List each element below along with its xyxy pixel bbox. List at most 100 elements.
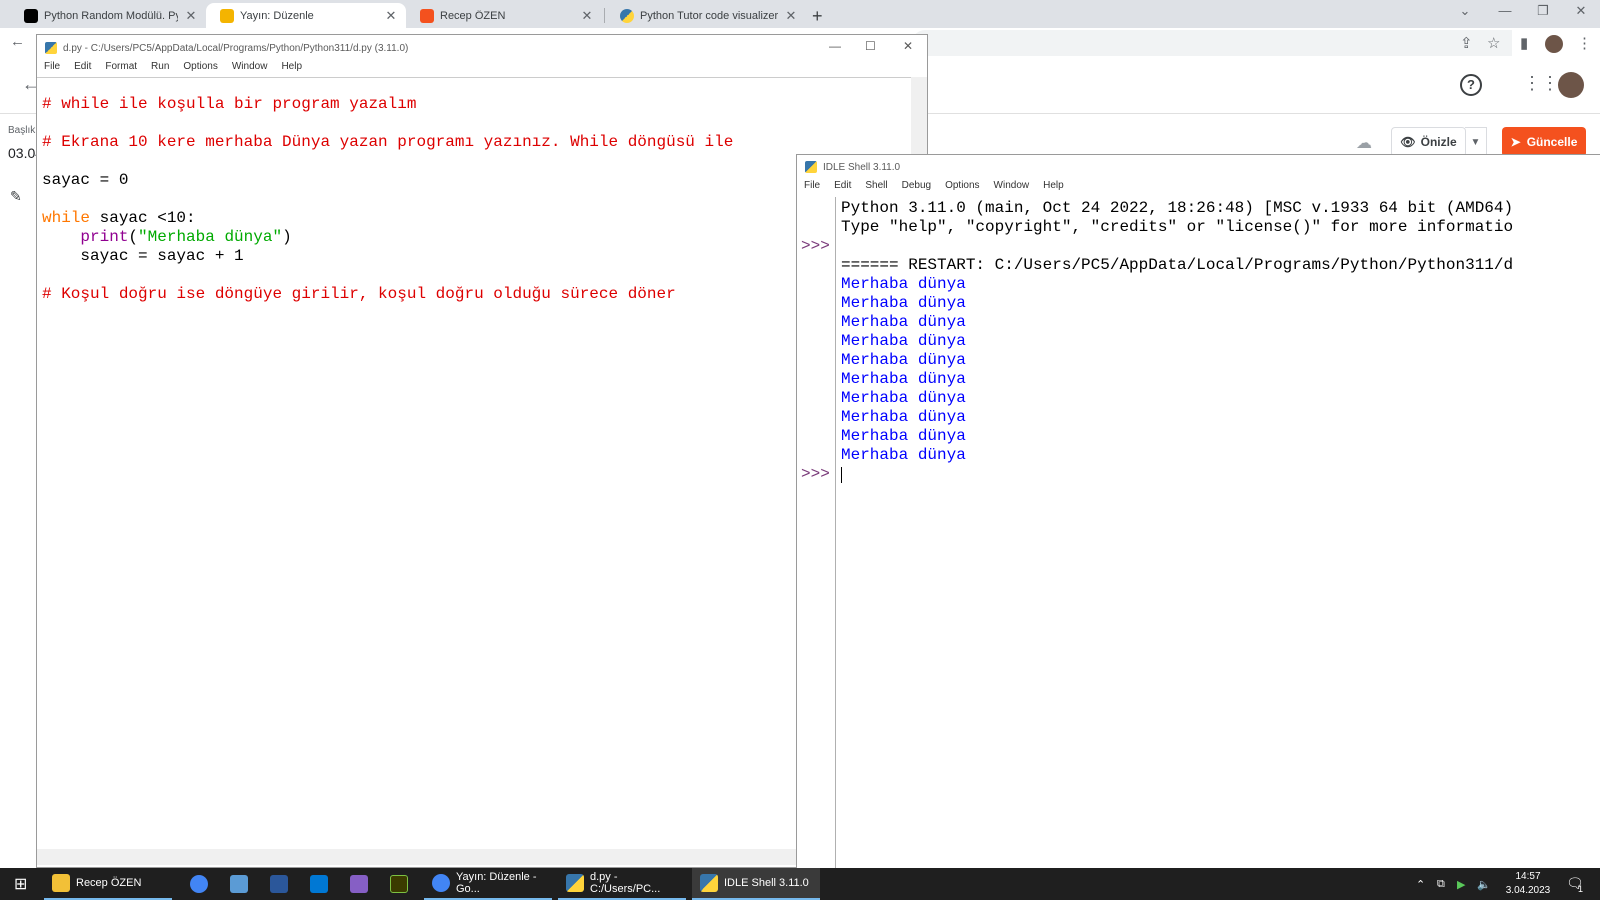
code-line-4[interactable]: while sayac <10: xyxy=(42,209,196,228)
side-panel-icon[interactable]: ▮ xyxy=(1520,34,1528,52)
taskbar-app[interactable] xyxy=(222,868,258,900)
network-icon[interactable]: ⧉ xyxy=(1437,868,1457,900)
shell-banner-line-1: Python 3.11.0 (main, Oct 24 2022, 18:26:… xyxy=(841,199,1514,217)
taskbar-label: IDLE Shell 3.11.0 xyxy=(724,877,809,889)
tab-label: Yayın: Düzenle xyxy=(240,9,314,22)
output-line: Merhaba dünya xyxy=(841,408,966,426)
taskbar-file-explorer[interactable]: Recep ÖZEN xyxy=(44,868,172,900)
preview-dropdown-icon[interactable]: ▼ xyxy=(1465,127,1487,157)
volume-icon[interactable]: 🔈 xyxy=(1477,868,1497,900)
menu-edit[interactable]: Edit xyxy=(67,61,98,77)
taskbar-label: d.py - C:/Users/PC... xyxy=(590,871,661,895)
tab-search-chevron-icon[interactable]: ⌄ xyxy=(1450,3,1480,19)
taskbar-clock[interactable]: 14:57 3.04.2023 xyxy=(1500,870,1556,898)
shell-title: IDLE Shell 3.11.0 xyxy=(823,161,901,173)
close-tab-icon[interactable]: ✕ xyxy=(784,8,798,24)
close-window-icon[interactable]: ✕ xyxy=(1566,3,1596,19)
clock-date: 3.04.2023 xyxy=(1505,885,1551,896)
close-window-icon[interactable]: ✕ xyxy=(903,39,913,53)
code-line-5[interactable]: print("Merhaba dünya") xyxy=(42,228,291,247)
start-windows-icon[interactable]: ⊞ xyxy=(6,868,40,900)
restore-icon[interactable]: ❐ xyxy=(1528,3,1558,19)
menu-window[interactable]: Window xyxy=(987,180,1037,196)
taskbar-vscode[interactable] xyxy=(302,868,338,900)
taskbar-chrome-window[interactable]: Yayın: Düzenle - Go... xyxy=(424,868,552,900)
close-tab-icon[interactable]: ✕ xyxy=(184,8,198,24)
editor-horizontal-scrollbar[interactable] xyxy=(37,849,927,865)
maximize-icon[interactable]: ☐ xyxy=(865,39,876,53)
new-tab-button[interactable]: + xyxy=(812,6,823,27)
menu-edit[interactable]: Edit xyxy=(827,180,858,196)
eye-icon: 👁 xyxy=(1400,135,1416,149)
menu-options[interactable]: Options xyxy=(176,61,224,77)
close-tab-icon[interactable]: ✕ xyxy=(384,8,398,24)
tab-label: Python Tutor code visualizer: Visu xyxy=(640,9,778,22)
taskbar-idle-shell[interactable]: IDLE Shell 3.11.0 xyxy=(692,868,820,900)
preview-label: Önizle xyxy=(1420,135,1457,149)
shell-prompt: >>> xyxy=(801,465,830,483)
menu-options[interactable]: Options xyxy=(938,180,986,196)
tab-python-tutor[interactable]: Python Tutor code visualizer: Visu ✕ xyxy=(606,3,806,28)
python-icon xyxy=(566,874,584,892)
notification-count: 1 xyxy=(1578,884,1584,894)
taskbar-label: Yayın: Düzenle - Go... xyxy=(456,871,537,895)
editor-title: d.py - C:/Users/PC5/AppData/Local/Progra… xyxy=(63,42,409,54)
taskbar-dreamweaver[interactable] xyxy=(382,868,418,900)
taskbar-idle-editor[interactable]: d.py - C:/Users/PC... xyxy=(558,868,686,900)
visual-studio-icon xyxy=(350,875,368,893)
taskbar-word[interactable] xyxy=(262,868,298,900)
menu-format[interactable]: Format xyxy=(98,61,144,77)
cloud-save-icon: ☁ xyxy=(1356,135,1372,152)
code-line-7[interactable]: # Koşul doğru ise döngüye girilir, koşul… xyxy=(42,285,676,304)
shell-input-cursor[interactable] xyxy=(841,467,842,483)
back-arrow-icon[interactable]: ← xyxy=(10,33,25,50)
close-tab-icon[interactable]: ✕ xyxy=(580,8,594,24)
tab-python-random[interactable]: Python Random Modülü. Python ✕ xyxy=(10,3,206,28)
output-line: Merhaba dünya xyxy=(841,427,966,445)
address-bar[interactable] xyxy=(912,30,1512,56)
menu-run[interactable]: Run xyxy=(144,61,176,77)
menu-help[interactable]: Help xyxy=(274,61,309,77)
tab-post-edit[interactable]: Yayın: Düzenle ✕ xyxy=(206,3,406,28)
code-line-6[interactable]: sayac = sayac + 1 xyxy=(42,247,243,266)
update-label: Güncelle xyxy=(1526,135,1578,149)
menu-help[interactable]: Help xyxy=(1036,180,1071,196)
tray-chevron-icon[interactable]: ⌃ xyxy=(1416,868,1436,900)
profile-avatar[interactable] xyxy=(1545,35,1563,53)
preview-button[interactable]: 👁 Önizle xyxy=(1391,127,1466,157)
chrome-menu-icon[interactable]: ⋮ xyxy=(1577,34,1592,52)
bookmark-star-icon[interactable]: ☆ xyxy=(1487,34,1500,52)
help-icon[interactable]: ? xyxy=(1460,74,1482,96)
minimize-icon[interactable]: — xyxy=(1490,3,1520,18)
code-line-3[interactable]: sayac = 0 xyxy=(42,171,128,190)
menu-file[interactable]: File xyxy=(797,180,827,196)
taskbar-visual-studio[interactable] xyxy=(342,868,378,900)
code-line-1[interactable]: # while ile koşulla bir program yazalım xyxy=(42,95,416,114)
folder-icon xyxy=(52,874,70,892)
menu-shell[interactable]: Shell xyxy=(858,180,894,196)
menu-window[interactable]: Window xyxy=(225,61,275,77)
output-line: Merhaba dünya xyxy=(841,370,966,388)
tab-recep-ozen[interactable]: Recep ÖZEN ✕ xyxy=(406,3,602,28)
shell-titlebar: IDLE Shell 3.11.0 xyxy=(797,155,1600,179)
tab-label: Recep ÖZEN xyxy=(440,9,506,22)
account-avatar[interactable] xyxy=(1558,72,1584,98)
shell-menubar: File Edit Shell Debug Options Window Hel… xyxy=(797,180,1600,196)
code-line-2[interactable]: # Ekrana 10 kere merhaba Dünya yazan pro… xyxy=(42,133,733,152)
taskbar-chrome[interactable] xyxy=(182,868,218,900)
chrome-icon xyxy=(432,874,450,892)
share-icon[interactable]: ⇪ xyxy=(1460,34,1473,52)
output-line: Merhaba dünya xyxy=(841,351,966,369)
pencil-icon[interactable]: ✎ xyxy=(10,188,22,205)
play-icon[interactable]: ▶ xyxy=(1457,868,1477,900)
string-literal: "Merhaba dünya" xyxy=(138,228,283,246)
minimize-icon[interactable]: — xyxy=(829,39,841,53)
shell-restart-line: ====== RESTART: C:/Users/PC5/AppData/Loc… xyxy=(841,256,1514,274)
output-line: Merhaba dünya xyxy=(841,275,966,293)
menu-debug[interactable]: Debug xyxy=(895,180,938,196)
update-button[interactable]: ➤ Güncelle xyxy=(1502,127,1586,157)
browser-tab-strip: Python Random Modülü. Python ✕ Yayın: Dü… xyxy=(0,0,1600,28)
chrome-icon xyxy=(190,875,208,893)
output-line: Merhaba dünya xyxy=(841,332,966,350)
menu-file[interactable]: File xyxy=(37,61,67,77)
